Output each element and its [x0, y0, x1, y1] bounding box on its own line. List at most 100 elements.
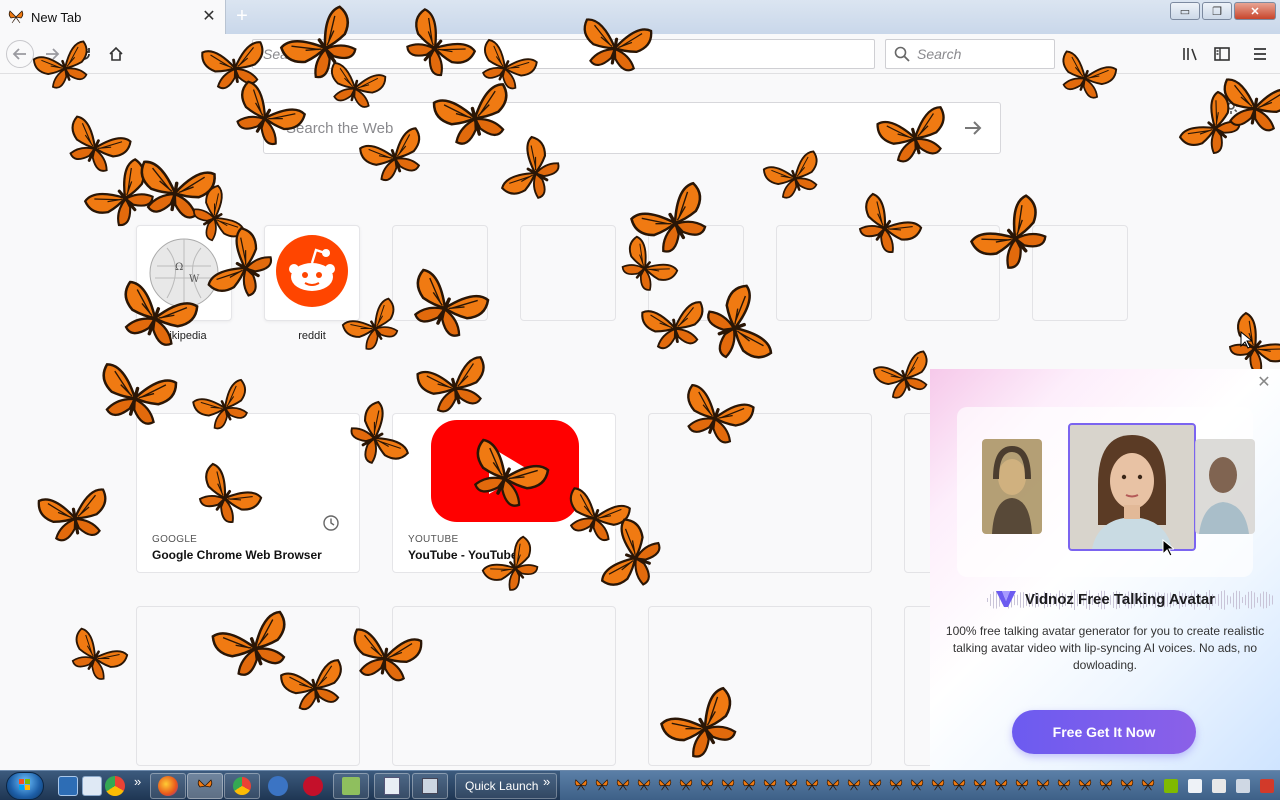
reload-button[interactable] [70, 40, 98, 68]
avatar-portrait-woman [1068, 423, 1196, 551]
tab-close-icon[interactable]: ✕ [201, 9, 217, 25]
tray-butterfly-icon[interactable] [973, 779, 987, 791]
tray-butterfly-icon[interactable] [1036, 779, 1050, 791]
windows-flag-icon[interactable] [1164, 779, 1178, 793]
show-desktop-icon[interactable] [58, 776, 78, 796]
top-site-empty[interactable] [392, 225, 488, 321]
search-bar[interactable]: Search [885, 39, 1055, 69]
tray-butterfly-icon[interactable] [826, 779, 840, 791]
forward-button[interactable] [38, 40, 66, 68]
tray-butterfly-icon[interactable] [910, 779, 924, 791]
app-icon[interactable] [268, 776, 288, 796]
tray-butterfly-icon[interactable] [1057, 779, 1071, 791]
taskbar-app[interactable] [412, 773, 448, 799]
web-search-box[interactable]: Search the Web [263, 102, 1001, 154]
tray-butterfly-icon[interactable] [889, 779, 903, 791]
tray-butterfly-icon[interactable] [616, 779, 630, 791]
new-tab-button[interactable]: + [232, 6, 252, 26]
top-site-empty[interactable] [520, 225, 616, 321]
start-button[interactable] [6, 772, 44, 800]
taskbar-butterfly-app[interactable] [187, 773, 223, 799]
top-site-empty[interactable] [648, 225, 744, 321]
gear-icon[interactable] [1222, 97, 1240, 115]
top-site-empty[interactable] [904, 225, 1000, 321]
taskbar-chrome[interactable] [224, 773, 260, 799]
home-button[interactable] [102, 40, 130, 68]
tray-butterfly-icon[interactable] [679, 779, 693, 791]
tab-new-tab[interactable]: New Tab ✕ [0, 0, 226, 34]
network-icon[interactable] [1236, 779, 1250, 793]
tray-butterfly-icon[interactable] [952, 779, 966, 791]
tray-butterfly-icon[interactable] [742, 779, 756, 791]
tray-butterfly-icon[interactable] [1141, 779, 1155, 791]
butterfly-icon [197, 779, 213, 788]
quick-launch-expand-chevron[interactable]: » [543, 774, 550, 789]
tray-butterfly-icon[interactable] [700, 779, 714, 791]
tray-butterfly-icon[interactable] [784, 779, 798, 791]
back-button[interactable] [6, 40, 34, 68]
window-icon [422, 778, 438, 794]
taskbar-app[interactable] [333, 773, 369, 799]
tray-butterfly-icon[interactable] [1120, 779, 1134, 791]
tray-butterfly-icon[interactable] [805, 779, 819, 791]
quick-launch-toolbar[interactable]: Quick Launch [455, 773, 557, 799]
chrome-icon[interactable] [105, 776, 125, 796]
svg-text:W: W [189, 274, 200, 285]
butterfly-favicon-icon [8, 10, 24, 24]
tray-butterfly-icon[interactable] [637, 779, 651, 791]
tray-butterfly-icon[interactable] [595, 779, 609, 791]
forward-icon [46, 48, 60, 60]
highlight-card-empty[interactable] [648, 606, 872, 766]
app-icon [342, 777, 360, 795]
highlight-card-empty[interactable] [648, 413, 872, 573]
search-submit-arrow-icon[interactable] [962, 117, 984, 139]
taskbar-firefox[interactable] [150, 773, 186, 799]
quick-launch-chevron[interactable]: » [134, 774, 141, 789]
tray-butterfly-icon[interactable] [1099, 779, 1113, 791]
highlight-title: Google Chrome Web Browser [152, 548, 322, 562]
document-icon[interactable] [1188, 779, 1202, 793]
highlight-card-google[interactable]: GOOGLE Google Chrome Web Browser [136, 413, 360, 573]
ad-title: Vidnoz Free Talking Avatar [1024, 590, 1216, 608]
tray-butterfly-icon[interactable] [931, 779, 945, 791]
avatar-thumbnail-man [1195, 439, 1255, 534]
top-site-empty[interactable] [1032, 225, 1128, 321]
tray-butterfly-icon[interactable] [1078, 779, 1092, 791]
sidebar-button[interactable] [1212, 44, 1232, 64]
tray-butterfly-icon[interactable] [658, 779, 672, 791]
tab-strip: New Tab ✕ + ▭ ❐ ✕ [0, 0, 1280, 34]
highlight-source: GOOGLE [152, 534, 198, 545]
close-window-button[interactable]: ✕ [1234, 2, 1276, 20]
restore-button[interactable]: ❐ [1202, 2, 1232, 20]
top-site-empty[interactable] [776, 225, 872, 321]
app-icon[interactable] [303, 776, 323, 796]
tray-butterfly-icon[interactable] [1015, 779, 1029, 791]
free-get-it-now-button[interactable]: Free Get It Now [1012, 710, 1196, 754]
volume-muted-icon[interactable] [1260, 779, 1274, 793]
tray-butterfly-icon[interactable] [763, 779, 777, 791]
top-site-reddit[interactable] [264, 225, 360, 321]
menu-button[interactable] [1250, 44, 1270, 64]
tray-butterfly-icon[interactable] [847, 779, 861, 791]
url-bar[interactable]: Search [252, 39, 875, 69]
tray-butterfly-icon[interactable] [721, 779, 735, 791]
minimize-button[interactable]: ▭ [1170, 2, 1200, 20]
tray-butterfly-icon[interactable] [574, 779, 588, 791]
search-bar-placeholder: Search [917, 46, 962, 62]
mouse-cursor-icon [1240, 331, 1252, 349]
highlight-card-empty[interactable] [136, 606, 360, 766]
library-button[interactable] [1180, 44, 1200, 64]
highlight-card-empty[interactable] [392, 606, 616, 766]
flag-icon[interactable] [1212, 779, 1226, 793]
library-icon [1183, 48, 1197, 61]
top-site-wikipedia[interactable]: Ω W [136, 225, 232, 321]
window-controls: ▭ ❐ ✕ [1170, 2, 1276, 20]
explorer-icon[interactable] [82, 776, 102, 796]
ad-close-icon[interactable]: ✕ [1256, 375, 1272, 391]
windows-taskbar: » Quick Launch » [0, 770, 1280, 800]
taskbar-app[interactable] [374, 773, 410, 799]
highlight-card-youtube[interactable]: YOUTUBE YouTube - YouTube [392, 413, 616, 573]
tray-butterfly-icon[interactable] [994, 779, 1008, 791]
tray-butterfly-icon[interactable] [868, 779, 882, 791]
quick-launch-label: Quick Launch [465, 779, 539, 793]
